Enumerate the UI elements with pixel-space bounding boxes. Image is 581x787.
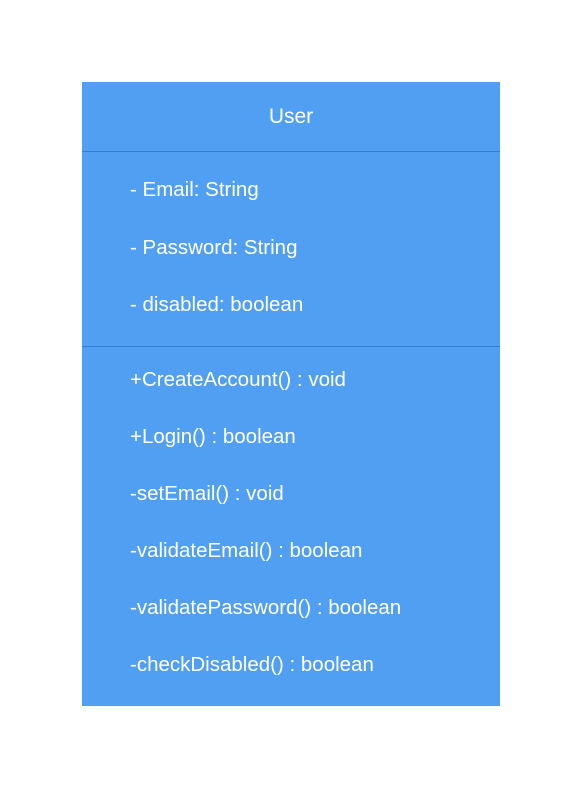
method-validate-email: -validateEmail() : boolean (130, 539, 363, 562)
uml-class-box-user[interactable]: User - Email: String - Password: String … (82, 82, 500, 706)
attribute-disabled: - disabled: boolean (130, 293, 304, 316)
attributes-compartment: - Email: String - Password: String - dis… (82, 152, 500, 346)
methods-compartment: +CreateAccount() : void +Login() : boole… (82, 347, 500, 706)
method-create-account: +CreateAccount() : void (130, 368, 346, 391)
method-validate-password: -validatePassword() : boolean (130, 596, 402, 619)
attribute-email: - Email: String (130, 178, 259, 201)
method-check-disabled: -checkDisabled() : boolean (130, 653, 374, 676)
attribute-password: - Password: String (130, 236, 298, 259)
class-name: User (268, 104, 314, 128)
method-set-email: -setEmail() : void (130, 482, 284, 505)
method-login: +Login() : boolean (130, 425, 296, 448)
